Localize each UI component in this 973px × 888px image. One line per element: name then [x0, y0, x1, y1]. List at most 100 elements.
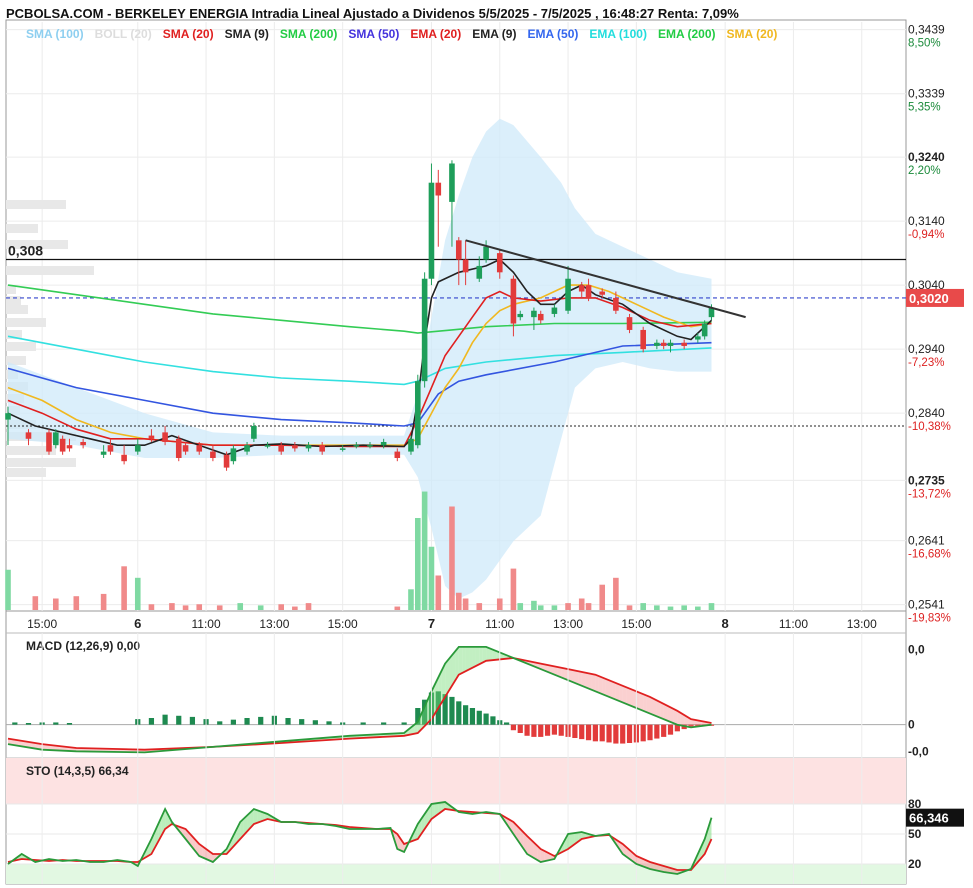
legend-entry: EMA (200) [658, 27, 716, 41]
macd-histogram-bar [360, 722, 366, 725]
candle-body [292, 445, 298, 449]
macd-histogram-bar [162, 714, 168, 725]
percent-tick-label: 2,20% [908, 165, 941, 177]
macd-histogram-bar [244, 718, 250, 725]
candle-body [278, 445, 284, 452]
candle-body [367, 445, 373, 447]
volume-bar [257, 605, 264, 610]
volume-bar [599, 584, 606, 610]
candle-body [517, 313, 524, 318]
volume-bar [551, 605, 558, 610]
candle-body [380, 441, 387, 446]
macd-fill [602, 677, 606, 696]
volume-bar [695, 606, 701, 610]
volume-bar [640, 603, 646, 610]
macd-histogram-bar [12, 722, 18, 725]
macd-fill [660, 702, 664, 720]
macd-histogram-bar [579, 724, 585, 740]
sto-label: STO (14,3,5) 66,34 [26, 764, 129, 778]
candle-body [264, 445, 271, 447]
volume-bar [565, 603, 571, 610]
legend-entry: SMA (20) [727, 27, 778, 41]
volume-bar [428, 546, 435, 610]
price-tick-label: 0,3140 [908, 214, 945, 228]
volume-bar [476, 603, 483, 610]
candle-body [654, 342, 660, 346]
candle-body [599, 291, 606, 295]
candle-body [59, 438, 66, 452]
macd-fill [639, 692, 644, 711]
candle-body [319, 445, 325, 452]
volume-bar [32, 596, 39, 610]
volume-bar [169, 603, 175, 610]
macd-fill [595, 674, 599, 693]
candle-body [510, 278, 517, 324]
volume-profile-bar [6, 305, 28, 314]
macd-histogram-bar [217, 721, 223, 725]
candle-body [175, 438, 182, 458]
candle-body [223, 454, 230, 468]
macd-fill [656, 700, 661, 718]
macd-fill [465, 646, 470, 672]
macd-histogram-bar [381, 722, 387, 725]
x-tick-label: 13:00 [847, 617, 877, 631]
legend-entry: EMA (9) [472, 27, 516, 41]
volume-bar [421, 491, 428, 610]
macd-histogram-bar [326, 721, 332, 725]
candle-body [449, 163, 455, 202]
macd-fill [609, 680, 613, 699]
sto-k-line [7, 801, 713, 875]
macd-fill [472, 646, 476, 668]
macd-histogram-bar [463, 705, 469, 725]
volume-bar [517, 603, 524, 610]
volume-bar [435, 575, 442, 610]
candle-body [496, 253, 503, 273]
volume-profile-bar [6, 468, 46, 477]
x-tick-label: 11:00 [191, 617, 220, 631]
volume-bar [73, 596, 80, 610]
current-price-label: 0,3020 [909, 291, 949, 306]
macd-histogram-bar [312, 720, 318, 725]
candle-body [134, 445, 141, 452]
volume-bar [134, 577, 141, 610]
macd-tick-label: -0,0 [908, 744, 929, 758]
macd-histogram-bar [25, 723, 32, 725]
legend-entry: EMA (20) [410, 27, 461, 41]
macd-fill [619, 684, 623, 703]
volume-bar [292, 606, 298, 610]
macd-label: MACD (12,26,9) 0,00 [26, 639, 140, 653]
macd-fill [588, 673, 592, 690]
volume-profile-bar [6, 200, 66, 209]
macd-histogram-bar [456, 701, 462, 725]
stochastic-panel: STO (14,3,5) 66,3480502066,346 [6, 633, 964, 884]
macd-fill [615, 683, 620, 702]
macd-fill [469, 646, 473, 670]
macd-fill [629, 688, 633, 707]
macd-histogram-bar [647, 724, 653, 741]
volume-bar [196, 604, 203, 610]
volume-bar [708, 603, 715, 610]
candle-body [551, 307, 558, 314]
macd-histogram-bar [503, 722, 510, 725]
oversold-zone [6, 864, 906, 884]
legend-entry: SMA (9) [225, 27, 269, 41]
volume-bar [121, 566, 127, 610]
candle-body [230, 448, 237, 462]
candle-body [196, 445, 203, 452]
volume-bar [531, 600, 537, 610]
x-tick-label: 6 [134, 616, 141, 631]
percent-tick-label: -19,83% [908, 613, 951, 625]
volume-profile-bar [6, 224, 38, 233]
macd-histogram-bar [148, 718, 155, 725]
x-tick-label: 15:00 [621, 617, 651, 631]
candle-body [53, 432, 59, 446]
legend-entry: SMA (100) [26, 27, 84, 41]
price-tick-label: 0,2541 [908, 598, 945, 612]
price-tick-label: 0,2840 [908, 406, 945, 420]
macd-histogram-bar [299, 719, 305, 725]
macd-histogram-bar [490, 716, 496, 725]
sto-tick-label: 20 [908, 857, 922, 871]
macd-histogram-bar [476, 710, 482, 725]
macd-histogram-bar [510, 724, 517, 731]
macd-fill [650, 696, 654, 715]
